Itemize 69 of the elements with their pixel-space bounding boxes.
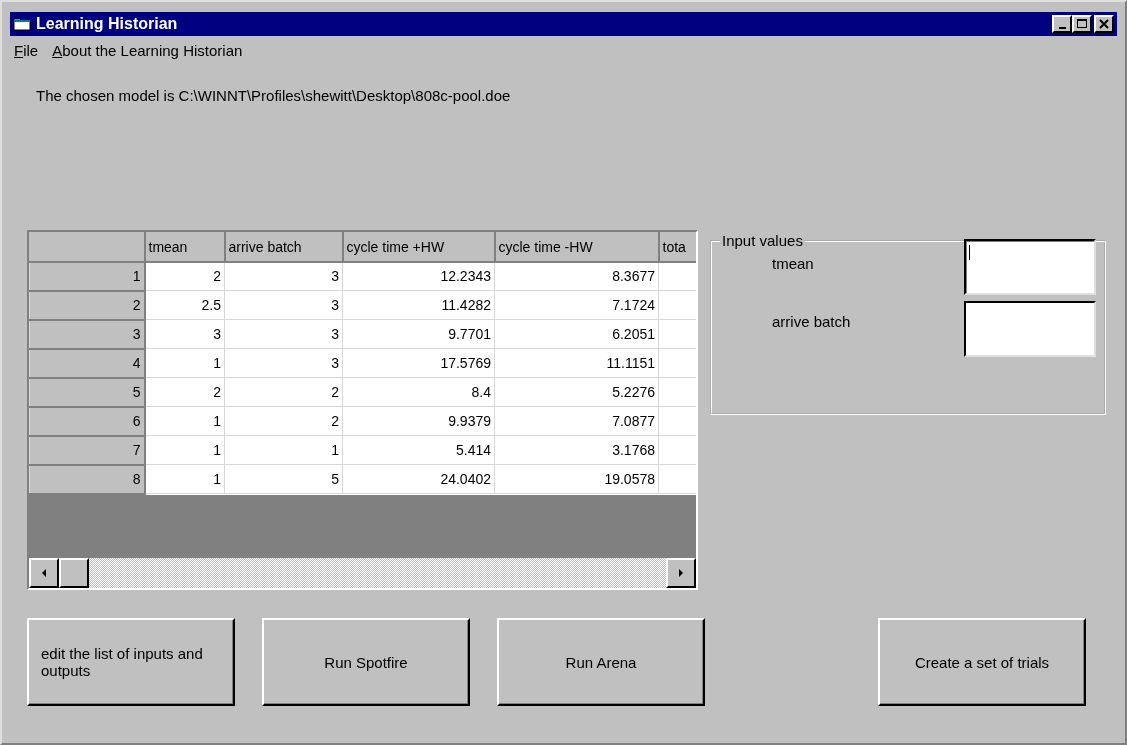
table-cell: 2.5 [144,290,225,320]
row-header: 5 [29,377,145,407]
table-cell: 5.414 [342,435,495,465]
table-cell: 9.9379 [342,406,495,436]
folder-icon [13,16,31,32]
maximize-icon [1077,19,1087,29]
table-cell: 1 [144,464,225,494]
horizontal-scrollbar[interactable] [29,558,696,588]
table-cell: 2 [144,377,225,407]
row-header: 7 [29,435,145,465]
field-label: tmean [772,254,814,274]
window-title: Learning Historian [36,15,178,33]
table-cell: 5 [224,464,343,494]
row-header: 1 [29,261,145,291]
field-label: arrive batch [772,312,851,332]
table-cell: 1 [144,406,225,436]
table-cell: 12.2343 [342,261,495,291]
table-cell: 8.4 [342,377,495,407]
table-cell: 2 [224,406,343,436]
table-cell: 2 [144,261,225,291]
row-header: 2 [29,290,145,320]
maximize-button[interactable] [1072,15,1092,33]
table-cell: 6.2051 [494,319,659,349]
table-cell: 24.0402 [342,464,495,494]
table-cell: 2 [224,377,343,407]
action-button[interactable]: Run Arena [497,618,705,706]
table-cell: 11.1151 [494,348,659,378]
row-header: 8 [29,464,145,494]
table-cell: 8.3677 [494,261,659,291]
action-button[interactable]: Run Spotfire [262,618,470,706]
column-header: tmean [144,232,225,262]
menu-item[interactable]: About the Learning Historian [52,42,243,59]
table-cell: 19.0578 [494,464,659,494]
scroll-left-icon[interactable] [29,558,59,588]
action-button[interactable]: Create a set of trials [878,618,1086,706]
table-cell: 3 [224,261,343,291]
table-cell: 7.0877 [494,406,659,436]
table-cell: 1 [144,348,225,378]
input-field[interactable] [964,239,1096,295]
action-button[interactable]: edit the list of inputs and outputs [27,618,235,706]
table-cell: 5.2276 [494,377,659,407]
table-cell: 3 [224,348,343,378]
table-cell: 9.7701 [342,319,495,349]
scroll-right-icon[interactable] [666,558,696,588]
input-field[interactable] [964,301,1096,357]
table-cell: 7.1724 [494,290,659,320]
table-cell: 1 [144,435,225,465]
table-cell: 1 [224,435,343,465]
minimize-button[interactable] [1052,15,1072,33]
column-header: cycle time -HW [494,232,659,262]
table-cell: 3 [224,290,343,320]
close-button[interactable] [1094,15,1114,33]
column-header: tota [658,232,696,262]
column-header: arrive batch [224,232,343,262]
group-title: Input values [721,232,804,249]
scroll-thumb[interactable] [59,558,89,588]
model-path-text: The chosen model is C:\WINNT\Profiles\shewitt\Desktop\808c-pool.doe [36,87,512,104]
row-header: 4 [29,348,145,378]
table-cell: 3.1768 [494,435,659,465]
menu-item[interactable]: File [14,42,39,59]
table-cell: 3 [144,319,225,349]
row-header: 6 [29,406,145,436]
table-cell: 11.4282 [342,290,495,320]
close-icon [1099,19,1109,29]
minimize-icon [1058,26,1066,29]
row-header: 3 [29,319,145,349]
table-cell: 3 [224,319,343,349]
table-cell: 17.5769 [342,348,495,378]
column-header: cycle time +HW [342,232,495,262]
